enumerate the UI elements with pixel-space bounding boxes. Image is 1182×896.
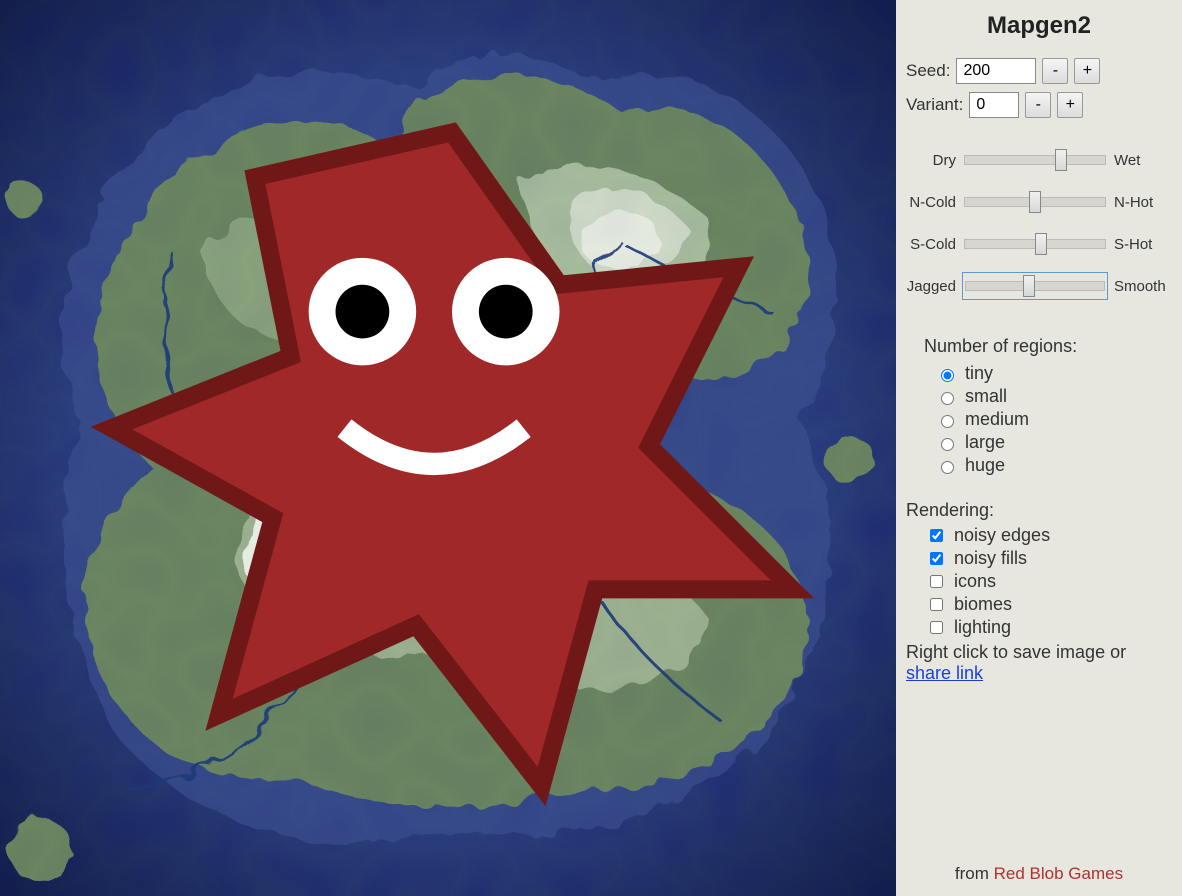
rendering-title: Rendering: [906,500,1172,521]
render-check-icons[interactable] [930,575,943,588]
variant-label: Variant: [906,95,963,115]
slider-s-cold[interactable] [964,239,1106,249]
region-radio-large[interactable] [941,438,954,451]
footer: from Red Blob Games [906,864,1172,888]
app-title: Mapgen2 [906,12,1172,40]
region-radio-small[interactable] [941,392,954,405]
region-option-medium[interactable]: medium [936,409,1172,430]
slider-left-label: Dry [906,152,962,169]
slider-right-label: S-Hot [1108,236,1172,253]
render-option-biomes[interactable]: biomes [926,594,1172,615]
render-option-lighting[interactable]: lighting [926,617,1172,638]
seed-plus-button[interactable]: + [1074,58,1100,84]
slider-left-label: S-Cold [906,236,962,253]
region-option-huge[interactable]: huge [936,455,1172,476]
variant-plus-button[interactable]: + [1057,92,1083,118]
footer-link[interactable]: Red Blob Games [994,864,1123,883]
seed-label: Seed: [906,61,950,81]
region-option-tiny[interactable]: tiny [936,363,1172,384]
render-check-lighting[interactable] [930,621,943,634]
slider-n-cold[interactable] [964,197,1106,207]
region-radio-huge[interactable] [941,461,954,474]
render-option-noisy-edges[interactable]: noisy edges [926,525,1172,546]
regions-title: Number of regions: [924,336,1172,357]
seed-input[interactable] [956,58,1036,84]
slider-dry[interactable] [964,155,1106,165]
share-link[interactable]: share link [906,663,983,683]
seed-minus-button[interactable]: - [1042,58,1068,84]
slider-jagged[interactable] [965,281,1105,291]
control-panel: Mapgen2 Seed: - + Variant: - + Dry Wet N-C… [896,0,1182,896]
render-option-noisy-fills[interactable]: noisy fills [926,548,1172,569]
map-canvas[interactable] [0,0,896,896]
region-radio-medium[interactable] [941,415,954,428]
variant-minus-button[interactable]: - [1025,92,1051,118]
region-option-large[interactable]: large [936,432,1172,453]
mascot-icon [4,0,900,894]
render-check-biomes[interactable] [930,598,943,611]
slider-right-label: Wet [1108,152,1172,169]
slider-left-label: N-Cold [906,194,962,211]
variant-input[interactable] [969,92,1019,118]
slider-left-label: Jagged [906,278,962,295]
render-check-noisy fills[interactable] [930,552,943,565]
save-note: Right click to save image or share link [906,642,1172,684]
render-option-icons[interactable]: icons [926,571,1172,592]
region-option-small[interactable]: small [936,386,1172,407]
render-check-noisy edges[interactable] [930,529,943,542]
region-radio-tiny[interactable] [941,369,954,382]
slider-right-label: Smooth [1108,278,1172,295]
slider-right-label: N-Hot [1108,194,1172,211]
